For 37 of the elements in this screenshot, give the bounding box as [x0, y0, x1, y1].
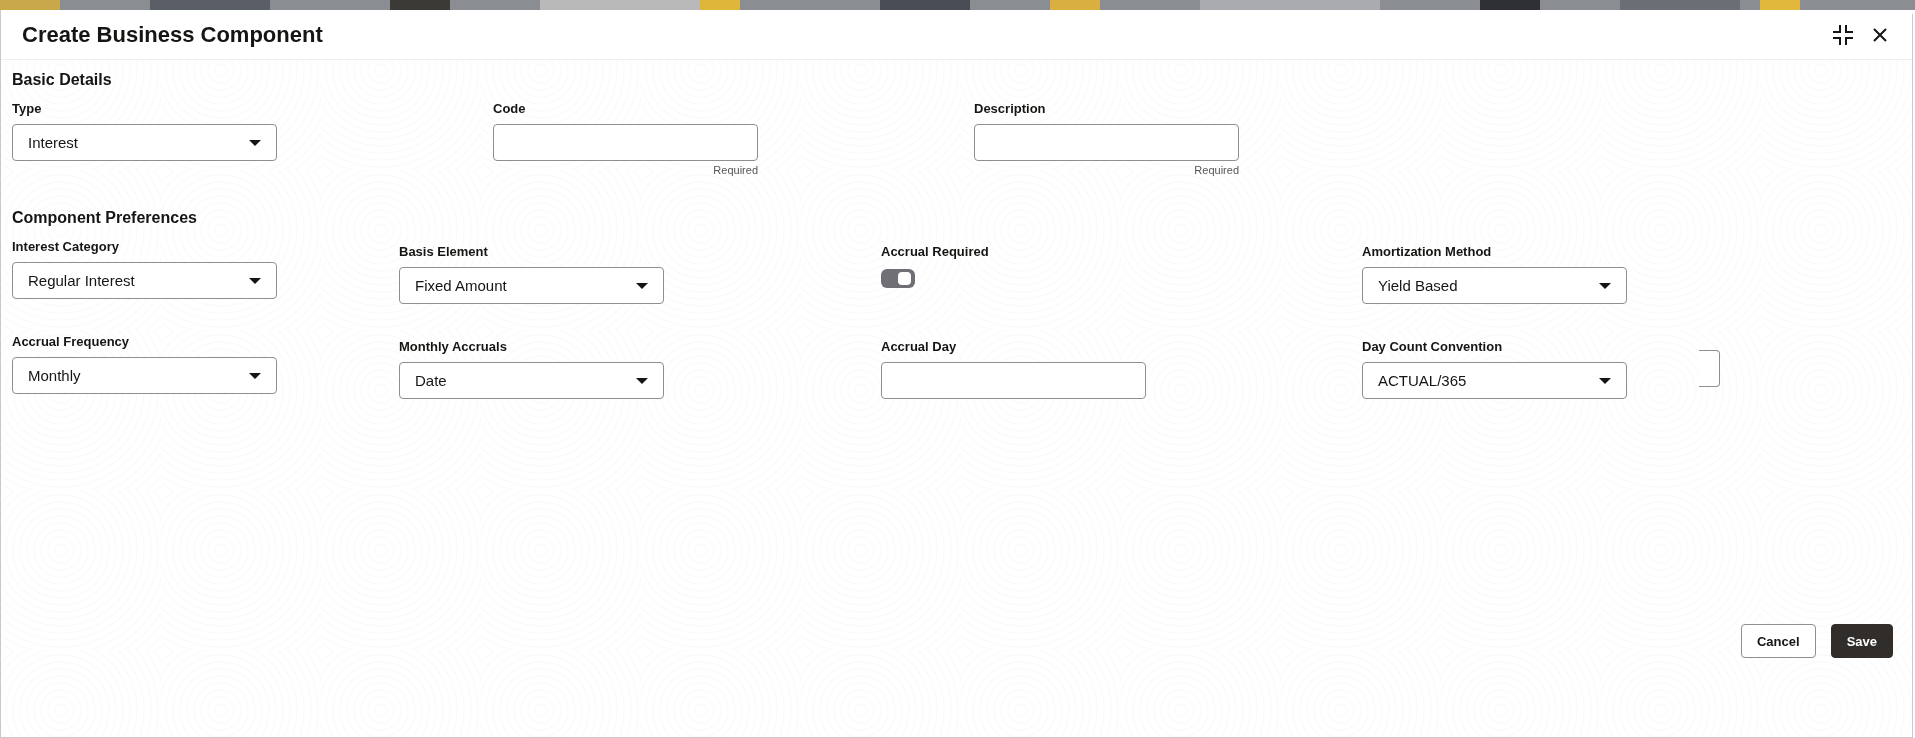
caret-icon [1599, 377, 1611, 384]
dropdown-field[interactable]: Regular Interest [12, 262, 277, 299]
save-button[interactable]: Save [1830, 624, 1893, 658]
dropdown-field[interactable]: Fixed Amount [399, 267, 664, 304]
field-label: Description [974, 101, 1046, 116]
dialog-title: Create Business Component [22, 21, 324, 48]
input-field[interactable] [1699, 350, 1720, 387]
input-field[interactable] [493, 124, 758, 161]
field-label: Accrual Frequency [12, 334, 130, 349]
dropdown-field[interactable]: ACTUAL/365 [1362, 362, 1627, 399]
field-label: Monthly Accruals [399, 339, 507, 354]
caret-icon [636, 377, 648, 384]
field-label: Day Count Convention [1362, 339, 1503, 354]
cancel-button[interactable]: Cancel [1741, 624, 1816, 658]
field-label: Amortization Method [1362, 244, 1492, 259]
dropdown-field[interactable]: Monthly [12, 357, 277, 394]
field-label: Interest Category [12, 239, 119, 254]
field-label: Basis Element [399, 244, 488, 259]
caret-icon [249, 277, 261, 284]
caret-icon [249, 372, 261, 379]
toggle-switch[interactable] [881, 269, 915, 288]
field-label: Code [493, 101, 526, 116]
field-label: Accrual Day [881, 339, 957, 354]
caret-icon [636, 282, 648, 289]
dropdown-field[interactable]: Yield Based [1362, 267, 1627, 304]
input-field[interactable] [974, 124, 1239, 161]
section-heading: Basic Details [12, 71, 112, 89]
caret-icon [249, 139, 261, 146]
required-hint: Required [713, 164, 758, 176]
input-field[interactable] [881, 362, 1146, 399]
caret-icon [1599, 282, 1611, 289]
section-heading: Component Preferences [12, 209, 197, 227]
required-hint: Required [1194, 164, 1239, 176]
field-label: Accrual Required [881, 244, 989, 259]
dropdown-field[interactable]: Date [399, 362, 664, 399]
field-label: Type [12, 101, 42, 116]
dropdown-field[interactable]: Interest [12, 124, 277, 161]
